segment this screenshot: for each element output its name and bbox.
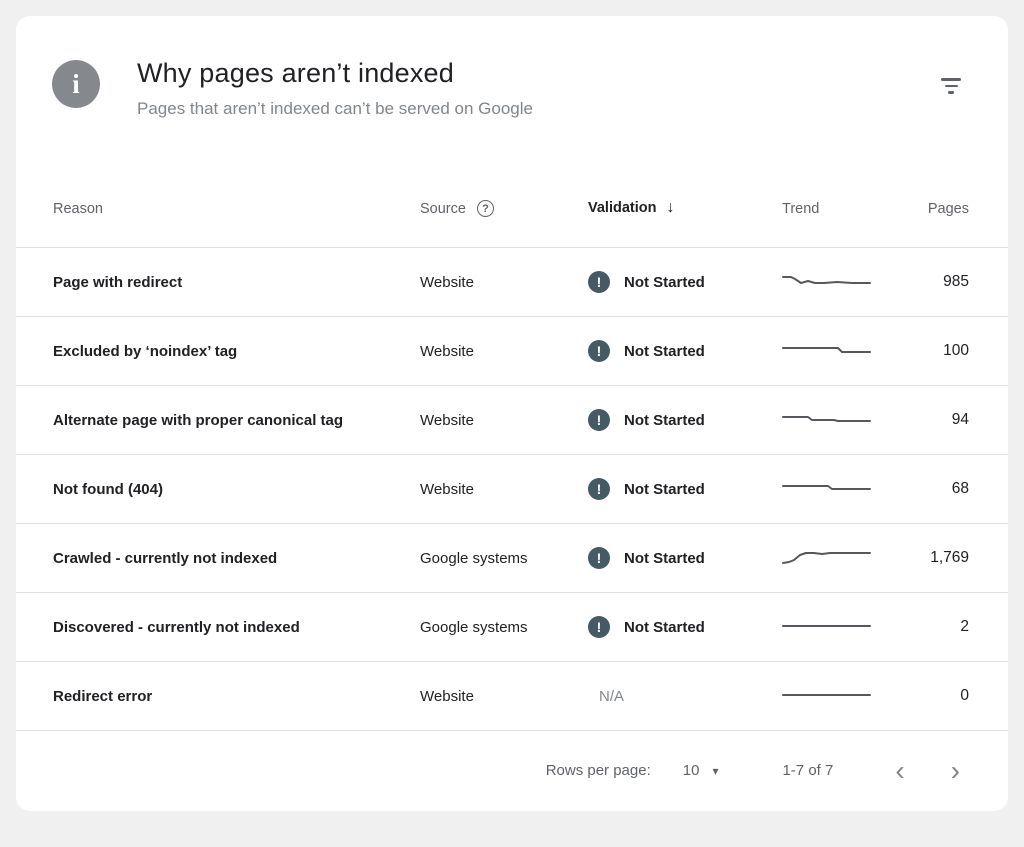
- trend-cell: [782, 269, 912, 295]
- not-started-icon: !: [588, 409, 610, 431]
- column-header-trend: Trend: [782, 201, 912, 217]
- trend-cell: [782, 407, 912, 433]
- reason-cell[interactable]: Alternate page with proper canonical tag: [53, 412, 420, 429]
- validation-cell: ! Not Started: [588, 340, 782, 362]
- trend-sparkline: [782, 476, 872, 502]
- source-cell: Website: [420, 412, 588, 429]
- source-cell: Website: [420, 274, 588, 291]
- table-header-row: Reason Source ? Validation ↓ Trend Pages: [16, 127, 1008, 247]
- validation-status-label: Not Started: [624, 619, 705, 636]
- trend-sparkline: [782, 614, 872, 640]
- validation-cell: N/A: [588, 688, 782, 705]
- validation-cell: ! Not Started: [588, 409, 782, 431]
- validation-status-label: Not Started: [624, 412, 705, 429]
- info-icon: i: [52, 60, 100, 108]
- table-row[interactable]: Discovered - currently not indexedGoogle…: [16, 592, 1008, 661]
- report-header: i Why pages aren’t indexed Pages that ar…: [16, 16, 1008, 127]
- column-header-source-label: Source: [420, 201, 466, 217]
- table-row[interactable]: Redirect errorWebsiteN/A 0: [16, 661, 1008, 730]
- column-header-validation[interactable]: Validation ↓: [588, 199, 782, 217]
- reason-cell[interactable]: Redirect error: [53, 688, 420, 705]
- validation-status-label: Not Started: [624, 343, 705, 360]
- column-header-reason[interactable]: Reason: [53, 201, 420, 217]
- rows-per-page-value: 10: [683, 762, 700, 779]
- not-started-icon: !: [588, 271, 610, 293]
- sort-descending-icon: ↓: [667, 199, 675, 217]
- table-row[interactable]: Excluded by ‘noindex’ tagWebsite! Not Sta…: [16, 316, 1008, 385]
- pages-count-cell: 2: [912, 618, 969, 636]
- validation-cell: ! Not Started: [588, 271, 782, 293]
- reason-cell[interactable]: Crawled - currently not indexed: [53, 550, 420, 567]
- trend-sparkline: [782, 407, 872, 433]
- trend-sparkline: [782, 545, 872, 571]
- pages-count-cell: 1,769: [912, 549, 969, 567]
- pages-count-cell: 985: [912, 273, 969, 291]
- trend-cell: [782, 614, 912, 640]
- rows-per-page-label: Rows per page:: [546, 762, 651, 779]
- reason-cell[interactable]: Excluded by ‘noindex’ tag: [53, 343, 420, 360]
- header-text: Why pages aren’t indexed Pages that aren…: [137, 58, 533, 119]
- reason-cell[interactable]: Not found (404): [53, 481, 420, 498]
- pages-count-cell: 68: [912, 480, 969, 498]
- reason-cell[interactable]: Page with redirect: [53, 274, 420, 291]
- trend-sparkline: [782, 683, 872, 709]
- trend-sparkline: [782, 338, 872, 364]
- source-cell: Website: [420, 481, 588, 498]
- not-started-icon: !: [588, 616, 610, 638]
- table-footer: Rows per page: 10 ▾ 1-7 of 7 ‹ ›: [16, 730, 1008, 810]
- source-cell: Google systems: [420, 550, 588, 567]
- reason-cell[interactable]: Discovered - currently not indexed: [53, 619, 420, 636]
- validation-cell: ! Not Started: [588, 478, 782, 500]
- validation-cell: ! Not Started: [588, 547, 782, 569]
- not-started-icon: !: [588, 340, 610, 362]
- column-header-source[interactable]: Source ?: [420, 200, 588, 217]
- dropdown-arrow-icon: ▾: [712, 764, 718, 778]
- trend-cell: [782, 338, 912, 364]
- not-started-icon: !: [588, 478, 610, 500]
- not-started-icon: !: [588, 547, 610, 569]
- table-row[interactable]: Alternate page with proper canonical tag…: [16, 385, 1008, 454]
- next-page-button[interactable]: ›: [943, 757, 968, 785]
- validation-status-label: Not Started: [624, 481, 705, 498]
- source-cell: Website: [420, 688, 588, 705]
- validation-na-label: N/A: [588, 688, 624, 705]
- column-header-validation-label: Validation: [588, 200, 657, 216]
- filter-list-icon: [940, 78, 962, 94]
- validation-cell: ! Not Started: [588, 616, 782, 638]
- pagination-range: 1-7 of 7: [782, 762, 833, 779]
- filter-button[interactable]: [934, 72, 968, 100]
- pages-count-cell: 100: [912, 342, 969, 360]
- source-cell: Website: [420, 343, 588, 360]
- trend-cell: [782, 476, 912, 502]
- validation-status-label: Not Started: [624, 274, 705, 291]
- table-row[interactable]: Not found (404)Website! Not Started 68: [16, 454, 1008, 523]
- rows-per-page-select[interactable]: 10 ▾: [677, 761, 725, 780]
- table-row[interactable]: Crawled - currently not indexedGoogle sy…: [16, 523, 1008, 592]
- trend-sparkline: [782, 269, 872, 295]
- validation-status-label: Not Started: [624, 550, 705, 567]
- info-icon-glyph: i: [72, 69, 80, 100]
- source-cell: Google systems: [420, 619, 588, 636]
- pages-count-cell: 94: [912, 411, 969, 429]
- table-row[interactable]: Page with redirectWebsite! Not Started 985: [16, 247, 1008, 316]
- table-body: Page with redirectWebsite!Not Started985…: [16, 247, 1008, 730]
- pages-count-cell: 0: [912, 687, 969, 705]
- previous-page-button[interactable]: ‹: [887, 757, 912, 785]
- page-title: Why pages aren’t indexed: [137, 58, 533, 89]
- index-report-card: i Why pages aren’t indexed Pages that ar…: [16, 16, 1008, 811]
- trend-cell: [782, 545, 912, 571]
- column-header-pages[interactable]: Pages: [912, 201, 969, 217]
- help-icon[interactable]: ?: [477, 200, 494, 217]
- page-subtitle: Pages that aren’t indexed can’t be serve…: [137, 99, 533, 119]
- trend-cell: [782, 683, 912, 709]
